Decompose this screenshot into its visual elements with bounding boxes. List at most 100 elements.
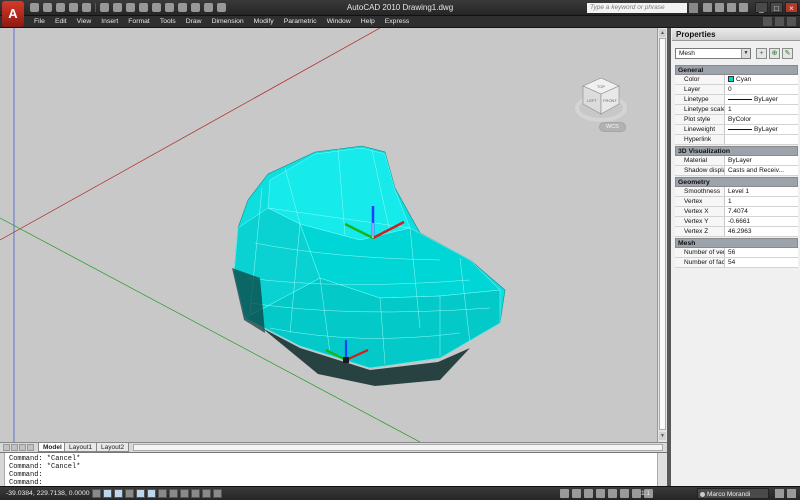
tab-layout1[interactable]: Layout1 bbox=[64, 443, 98, 452]
dynamic-ucs-toggle[interactable] bbox=[180, 489, 189, 498]
scroll-up-arrow-icon[interactable]: ▲ bbox=[659, 29, 666, 37]
lineweight-toggle[interactable] bbox=[202, 489, 211, 498]
search-icon[interactable] bbox=[689, 3, 698, 13]
property-name: Layer bbox=[675, 85, 725, 94]
properties-palette-strip[interactable] bbox=[667, 28, 671, 486]
viewcube[interactable]: TOP LEFT FRONT bbox=[575, 72, 627, 124]
horizontal-scrollbar[interactable] bbox=[133, 444, 663, 451]
showmotion-icon[interactable] bbox=[632, 489, 641, 498]
property-row[interactable]: Vertex X 7.4074 bbox=[675, 207, 798, 217]
property-row[interactable]: Linetype scale 1 bbox=[675, 105, 798, 115]
object-snap-tracking-toggle[interactable] bbox=[169, 489, 178, 498]
workspace-switching[interactable]: Marco Morandi bbox=[697, 488, 769, 499]
next-tab-arrow-icon[interactable] bbox=[19, 444, 26, 451]
vertical-scroll-thumb[interactable] bbox=[659, 38, 666, 430]
quick-view-drawings-icon[interactable] bbox=[584, 489, 593, 498]
drawing-close-button[interactable] bbox=[787, 17, 796, 26]
property-row[interactable]: Plot style ByColor bbox=[675, 115, 798, 125]
help-icon[interactable] bbox=[739, 3, 748, 12]
quick-properties-toggle[interactable] bbox=[213, 489, 222, 498]
section-general[interactable]: General bbox=[675, 65, 798, 75]
menu-dimension[interactable]: Dimension bbox=[207, 17, 249, 27]
3d-object-snap-toggle[interactable] bbox=[158, 489, 167, 498]
object-snap-toggle[interactable] bbox=[147, 489, 156, 498]
grid-display-toggle[interactable] bbox=[114, 489, 123, 498]
property-row[interactable]: Vertex Z 46.2963 bbox=[675, 227, 798, 237]
model-space-icon[interactable] bbox=[560, 489, 569, 498]
property-row[interactable]: Material ByLayer bbox=[675, 156, 798, 166]
mesh-armchair-model[interactable] bbox=[232, 145, 506, 386]
scroll-down-arrow-icon[interactable]: ▼ bbox=[659, 432, 666, 440]
property-value: 1 bbox=[728, 198, 732, 205]
drawing-restore-button[interactable] bbox=[775, 17, 784, 26]
menu-insert[interactable]: Insert bbox=[96, 17, 123, 27]
menu-parametric[interactable]: Parametric bbox=[279, 17, 322, 27]
pan-status-icon[interactable] bbox=[596, 489, 605, 498]
chevron-down-icon[interactable]: ▼ bbox=[741, 49, 750, 58]
section-geometry[interactable]: Geometry bbox=[675, 177, 798, 187]
property-name: Material bbox=[675, 156, 725, 165]
property-row[interactable]: Smoothness Level 1 bbox=[675, 187, 798, 197]
tab-model[interactable]: Model bbox=[38, 443, 67, 452]
quick-select-icon[interactable]: ✎ bbox=[782, 48, 793, 59]
command-window-grip[interactable] bbox=[0, 453, 5, 487]
drawing-viewport[interactable]: TOP LEFT FRONT WCS bbox=[0, 28, 657, 442]
model-space-scene[interactable] bbox=[0, 28, 657, 442]
close-button[interactable]: × bbox=[785, 2, 798, 13]
section-mesh[interactable]: Mesh bbox=[675, 238, 798, 248]
toggle-pickadd-icon[interactable]: + bbox=[756, 48, 767, 59]
first-tab-arrow-icon[interactable] bbox=[3, 444, 10, 451]
property-row[interactable]: Number of vert...56 bbox=[675, 248, 798, 258]
tab-layout2[interactable]: Layout2 bbox=[96, 443, 130, 452]
dynamic-input-toggle[interactable] bbox=[191, 489, 200, 498]
annotation-scale[interactable]: 1:1 bbox=[641, 489, 650, 499]
property-row[interactable]: Vertex 1 bbox=[675, 197, 798, 207]
ortho-mode-toggle[interactable] bbox=[125, 489, 134, 498]
drawing-minimize-button[interactable] bbox=[763, 17, 772, 26]
steeringwheel-icon[interactable] bbox=[620, 489, 629, 498]
menu-draw[interactable]: Draw bbox=[181, 17, 207, 27]
object-type-select[interactable]: Mesh ▼ bbox=[675, 48, 751, 59]
menu-edit[interactable]: Edit bbox=[50, 17, 72, 27]
subscription-center-icon[interactable] bbox=[703, 3, 712, 12]
property-value: 1 bbox=[728, 106, 732, 113]
clean-screen-icon[interactable] bbox=[787, 489, 796, 498]
select-objects-icon[interactable]: ⊕ bbox=[769, 48, 780, 59]
search-input[interactable]: Type a keyword or phrase bbox=[587, 3, 687, 13]
menu-help[interactable]: Help bbox=[356, 17, 380, 27]
menu-tools[interactable]: Tools bbox=[155, 17, 181, 27]
menu-view[interactable]: View bbox=[72, 17, 97, 27]
command-window[interactable]: Command: *Cancel* Command: *Cancel* Comm… bbox=[0, 452, 667, 487]
quick-view-layouts-icon[interactable] bbox=[572, 489, 581, 498]
lock-icon[interactable] bbox=[775, 489, 784, 498]
application-menu-button[interactable]: A bbox=[2, 1, 24, 27]
zoom-status-icon[interactable] bbox=[608, 489, 617, 498]
command-scrollbar[interactable] bbox=[657, 453, 667, 487]
polar-tracking-toggle[interactable] bbox=[136, 489, 145, 498]
coordinate-readout[interactable]: -39.0384, 229.7138, 0.0000 bbox=[6, 489, 90, 499]
minimize-button[interactable]: _ bbox=[755, 2, 768, 13]
communication-center-icon[interactable] bbox=[715, 3, 724, 12]
property-row[interactable]: Number of faces54 bbox=[675, 258, 798, 268]
property-row[interactable]: Vertex Y -0.6661 bbox=[675, 217, 798, 227]
prev-tab-arrow-icon[interactable] bbox=[11, 444, 18, 451]
maximize-button[interactable]: □ bbox=[770, 2, 783, 13]
menu-express[interactable]: Express bbox=[380, 17, 415, 27]
infer-constraints-toggle[interactable] bbox=[92, 489, 101, 498]
snap-mode-toggle[interactable] bbox=[103, 489, 112, 498]
vertical-scrollbar[interactable]: ▲ ▼ bbox=[657, 28, 667, 442]
favorites-star-icon[interactable] bbox=[727, 3, 736, 12]
last-tab-arrow-icon[interactable] bbox=[27, 444, 34, 451]
menu-modify[interactable]: Modify bbox=[249, 17, 279, 27]
property-row[interactable]: Shadow display Casts and Receiv... bbox=[675, 166, 798, 176]
property-row[interactable]: Layer 0 bbox=[675, 85, 798, 95]
property-row[interactable]: Hyperlink bbox=[675, 135, 798, 145]
menu-window[interactable]: Window bbox=[322, 17, 356, 27]
menu-file[interactable]: File bbox=[29, 17, 50, 27]
property-row[interactable]: Color Cyan bbox=[675, 75, 798, 85]
menu-format[interactable]: Format bbox=[123, 17, 155, 27]
property-row[interactable]: Lineweight ByLayer bbox=[675, 125, 798, 135]
section-3d-visualization[interactable]: 3D Visualization bbox=[675, 146, 798, 156]
property-row[interactable]: Linetype ByLayer bbox=[675, 95, 798, 105]
wcs-menu-button[interactable]: WCS bbox=[599, 122, 626, 132]
